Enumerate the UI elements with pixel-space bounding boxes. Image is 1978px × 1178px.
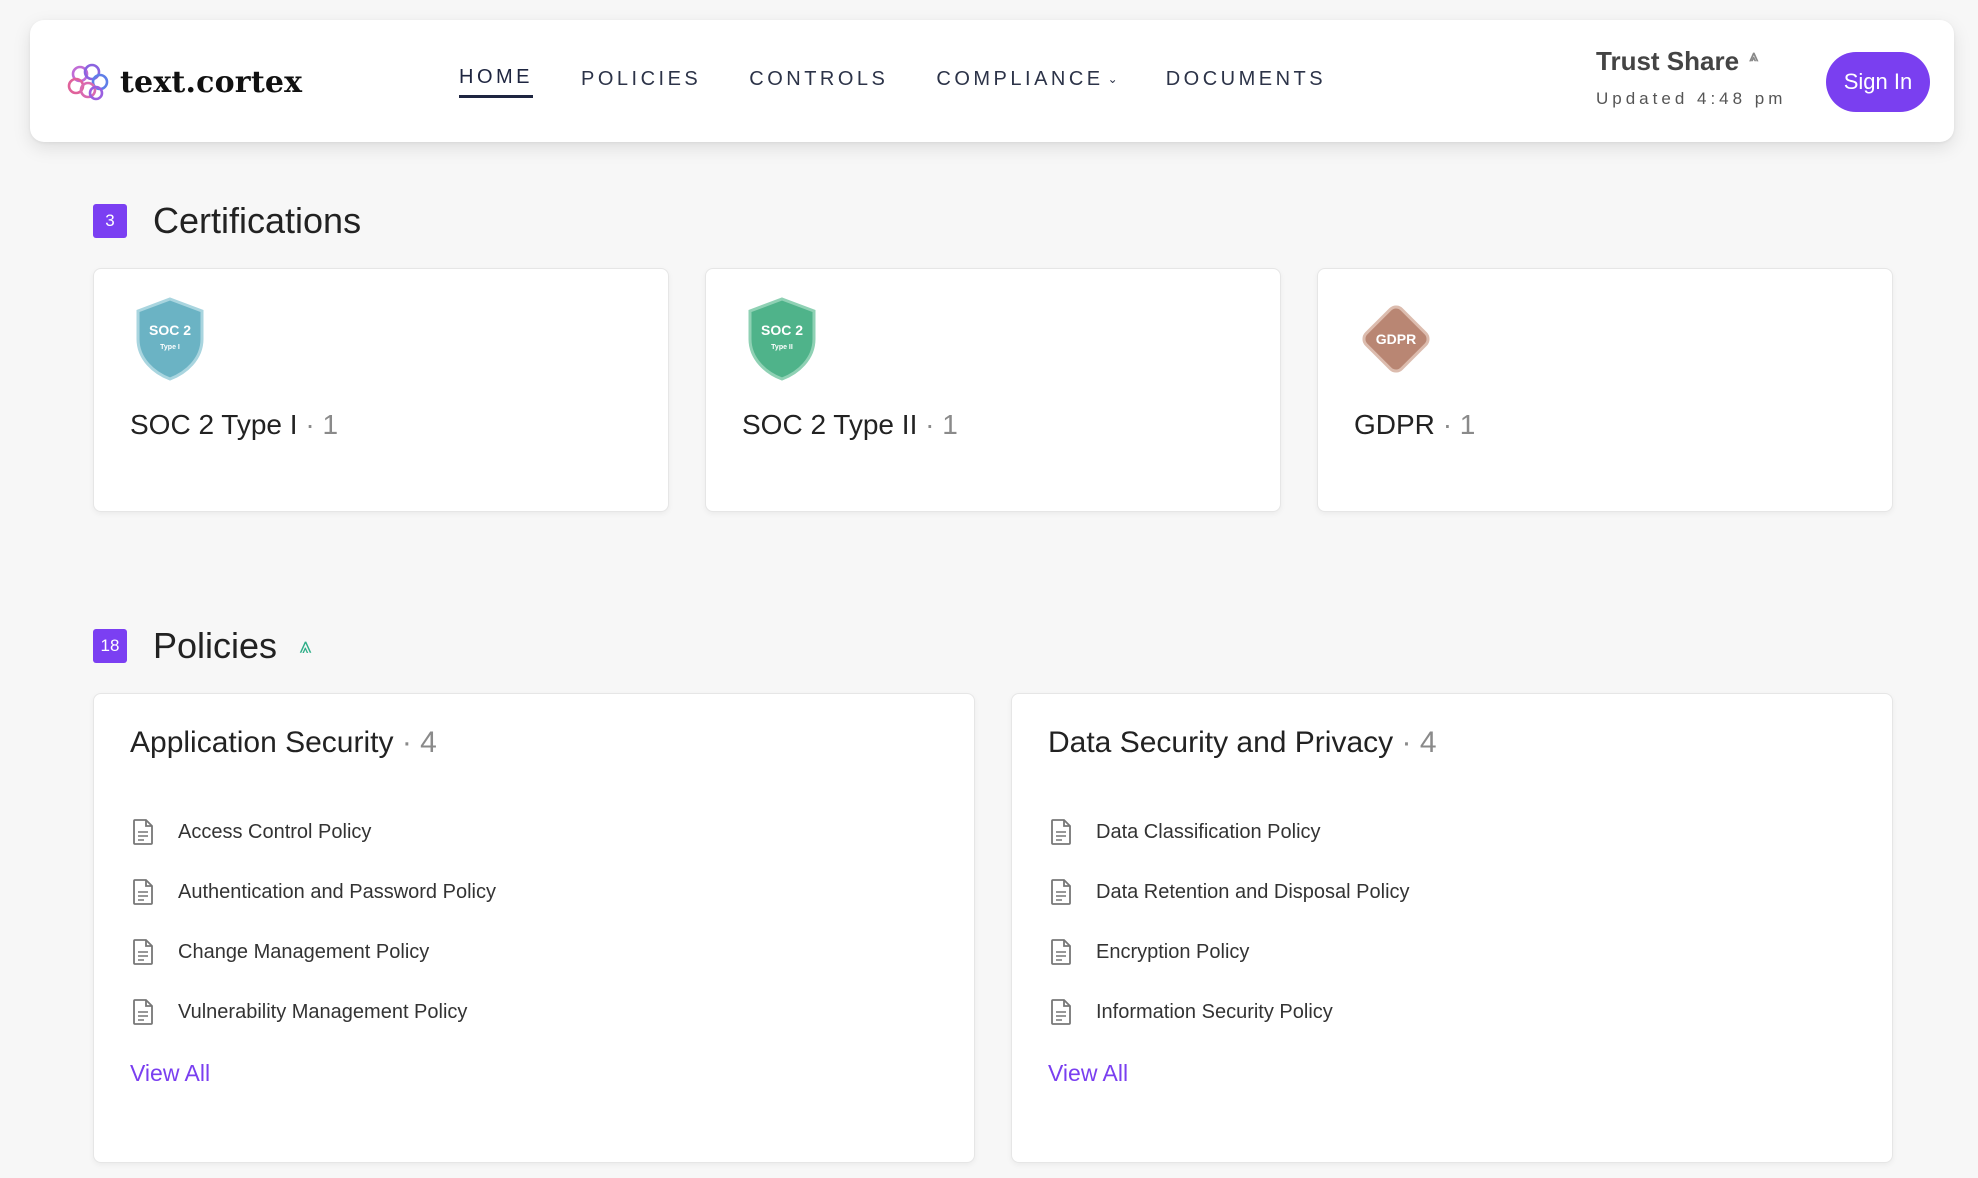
cert-name: GDPR bbox=[1354, 409, 1435, 440]
policy-item-label: Data Retention and Disposal Policy bbox=[1096, 880, 1410, 903]
sign-in-button[interactable]: Sign In bbox=[1826, 52, 1930, 112]
policy-list: Access Control Policy Authentication and… bbox=[130, 802, 496, 1042]
nav-controls-label: CONTROLS bbox=[749, 67, 889, 90]
policy-item-data-classification[interactable]: Data Classification Policy bbox=[1048, 802, 1410, 862]
nav-policies-label: POLICIES bbox=[581, 67, 702, 90]
svg-text:SOC 2: SOC 2 bbox=[149, 322, 191, 338]
nav-home[interactable]: HOME bbox=[459, 66, 533, 98]
separator-dot: · bbox=[925, 409, 935, 440]
document-icon bbox=[133, 939, 153, 965]
updated-timestamp: Updated 4:48 pm bbox=[1596, 89, 1787, 108]
policy-group-count: 4 bbox=[420, 726, 437, 759]
separator-dot: · bbox=[305, 409, 315, 440]
cert-card-soc2-type1[interactable]: SOC 2 Type I SOC 2 Type I · 1 bbox=[93, 268, 669, 512]
policy-group-title: Data Security and Privacy · 4 bbox=[1048, 726, 1437, 760]
separator-dot: · bbox=[1401, 726, 1412, 759]
policy-item-change-management[interactable]: Change Management Policy bbox=[130, 922, 496, 982]
nav-documents-label: DOCUMENTS bbox=[1165, 67, 1327, 90]
cert-count: 1 bbox=[322, 409, 339, 440]
brand-name: text.cortex bbox=[120, 64, 303, 100]
cert-name: SOC 2 Type I bbox=[130, 409, 298, 440]
policy-item-label: Encryption Policy bbox=[1096, 940, 1250, 963]
soc2-type1-badge-icon: SOC 2 Type I bbox=[136, 297, 204, 381]
svg-text:GDPR: GDPR bbox=[1376, 331, 1416, 347]
nav-policies[interactable]: POLICIES bbox=[581, 66, 701, 98]
view-all-link[interactable]: View All bbox=[1048, 1060, 1128, 1087]
policies-title: Policies bbox=[153, 625, 278, 666]
policy-list: Data Classification Policy Data Retentio… bbox=[1048, 802, 1410, 1042]
certifications-title: Certifications bbox=[153, 200, 362, 241]
policy-group-application-security: Application Security · 4 Access Control … bbox=[93, 693, 975, 1163]
policy-item-label: Data Classification Policy bbox=[1096, 820, 1321, 843]
policies-count-badge: 18 bbox=[93, 629, 127, 663]
document-icon bbox=[1051, 999, 1071, 1025]
top-navigation-bar: text.cortex HOME POLICIES CONTROLS COMPL… bbox=[30, 20, 1954, 142]
view-all-link[interactable]: View All bbox=[130, 1060, 210, 1087]
svg-text:Type I: Type I bbox=[160, 344, 180, 351]
policy-group-data-security-privacy: Data Security and Privacy · 4 Data Class… bbox=[1011, 693, 1893, 1163]
separator-dot: · bbox=[1442, 409, 1453, 440]
cert-label: SOC 2 Type I · 1 bbox=[130, 409, 338, 441]
certifications-count-badge: 3 bbox=[93, 204, 127, 238]
gdpr-badge-icon: GDPR bbox=[1362, 305, 1430, 373]
policy-item-label: Change Management Policy bbox=[178, 940, 430, 963]
document-icon bbox=[133, 879, 153, 905]
nav-home-label: HOME bbox=[459, 66, 533, 88]
cert-count: 1 bbox=[942, 409, 958, 440]
spark-icon: ⩓ bbox=[299, 633, 312, 658]
separator-dot: · bbox=[401, 726, 412, 759]
policy-item-authentication[interactable]: Authentication and Password Policy bbox=[130, 862, 496, 922]
trust-share-title: Trust Share ⩓ bbox=[1596, 46, 1786, 77]
main-nav: HOME POLICIES CONTROLS COMPLIANCE ⌄ DOCUM… bbox=[459, 66, 1374, 98]
chevron-down-icon: ⌄ bbox=[1107, 72, 1118, 86]
nav-documents[interactable]: DOCUMENTS bbox=[1166, 66, 1326, 98]
nav-compliance-label: COMPLIANCE bbox=[936, 67, 1104, 90]
nav-controls[interactable]: CONTROLS bbox=[749, 66, 888, 98]
svg-text:Type II: Type II bbox=[771, 344, 793, 351]
certifications-header: 3 Certifications bbox=[93, 200, 361, 242]
document-icon bbox=[1051, 819, 1071, 845]
cert-card-soc2-type2[interactable]: SOC 2 Type II SOC 2 Type II · 1 bbox=[705, 268, 1281, 512]
cert-count: 1 bbox=[1459, 409, 1476, 440]
policies-header: 18 Policies ⩓ bbox=[93, 625, 311, 667]
svg-text:SOC 2: SOC 2 bbox=[761, 322, 803, 338]
cert-label: GDPR · 1 bbox=[1354, 409, 1475, 441]
spark-icon: ⩓ bbox=[1749, 48, 1759, 65]
policy-item-label: Vulnerability Management Policy bbox=[178, 1000, 468, 1023]
nav-compliance[interactable]: COMPLIANCE ⌄ bbox=[936, 66, 1117, 98]
policy-item-access-control[interactable]: Access Control Policy bbox=[130, 802, 496, 862]
brain-logo-icon bbox=[67, 63, 109, 101]
cert-name: SOC 2 Type II bbox=[742, 409, 918, 440]
document-icon bbox=[1051, 879, 1071, 905]
policy-group-title: Application Security · 4 bbox=[130, 726, 437, 760]
policy-group-name: Application Security bbox=[130, 726, 394, 759]
policy-item-data-retention[interactable]: Data Retention and Disposal Policy bbox=[1048, 862, 1410, 922]
cert-card-gdpr[interactable]: GDPR GDPR · 1 bbox=[1317, 268, 1893, 512]
policy-group-count: 4 bbox=[1419, 726, 1437, 759]
policy-item-vulnerability-management[interactable]: Vulnerability Management Policy bbox=[130, 982, 496, 1042]
policy-item-information-security[interactable]: Information Security Policy bbox=[1048, 982, 1410, 1042]
policy-group-name: Data Security and Privacy bbox=[1048, 726, 1394, 759]
soc2-type2-badge-icon: SOC 2 Type II bbox=[748, 297, 816, 381]
document-icon bbox=[133, 819, 153, 845]
policy-item-label: Authentication and Password Policy bbox=[178, 880, 496, 903]
policy-item-label: Information Security Policy bbox=[1096, 1000, 1333, 1023]
cert-label: SOC 2 Type II · 1 bbox=[742, 409, 958, 441]
policy-item-encryption[interactable]: Encryption Policy bbox=[1048, 922, 1410, 982]
document-icon bbox=[1051, 939, 1071, 965]
trust-share-info: Trust Share ⩓ Updated 4:48 pm bbox=[1596, 46, 1786, 109]
policy-item-label: Access Control Policy bbox=[178, 820, 372, 843]
trust-share-title-text: Trust Share bbox=[1596, 46, 1740, 76]
document-icon bbox=[133, 999, 153, 1025]
brand-logo[interactable]: text.cortex bbox=[66, 62, 302, 102]
